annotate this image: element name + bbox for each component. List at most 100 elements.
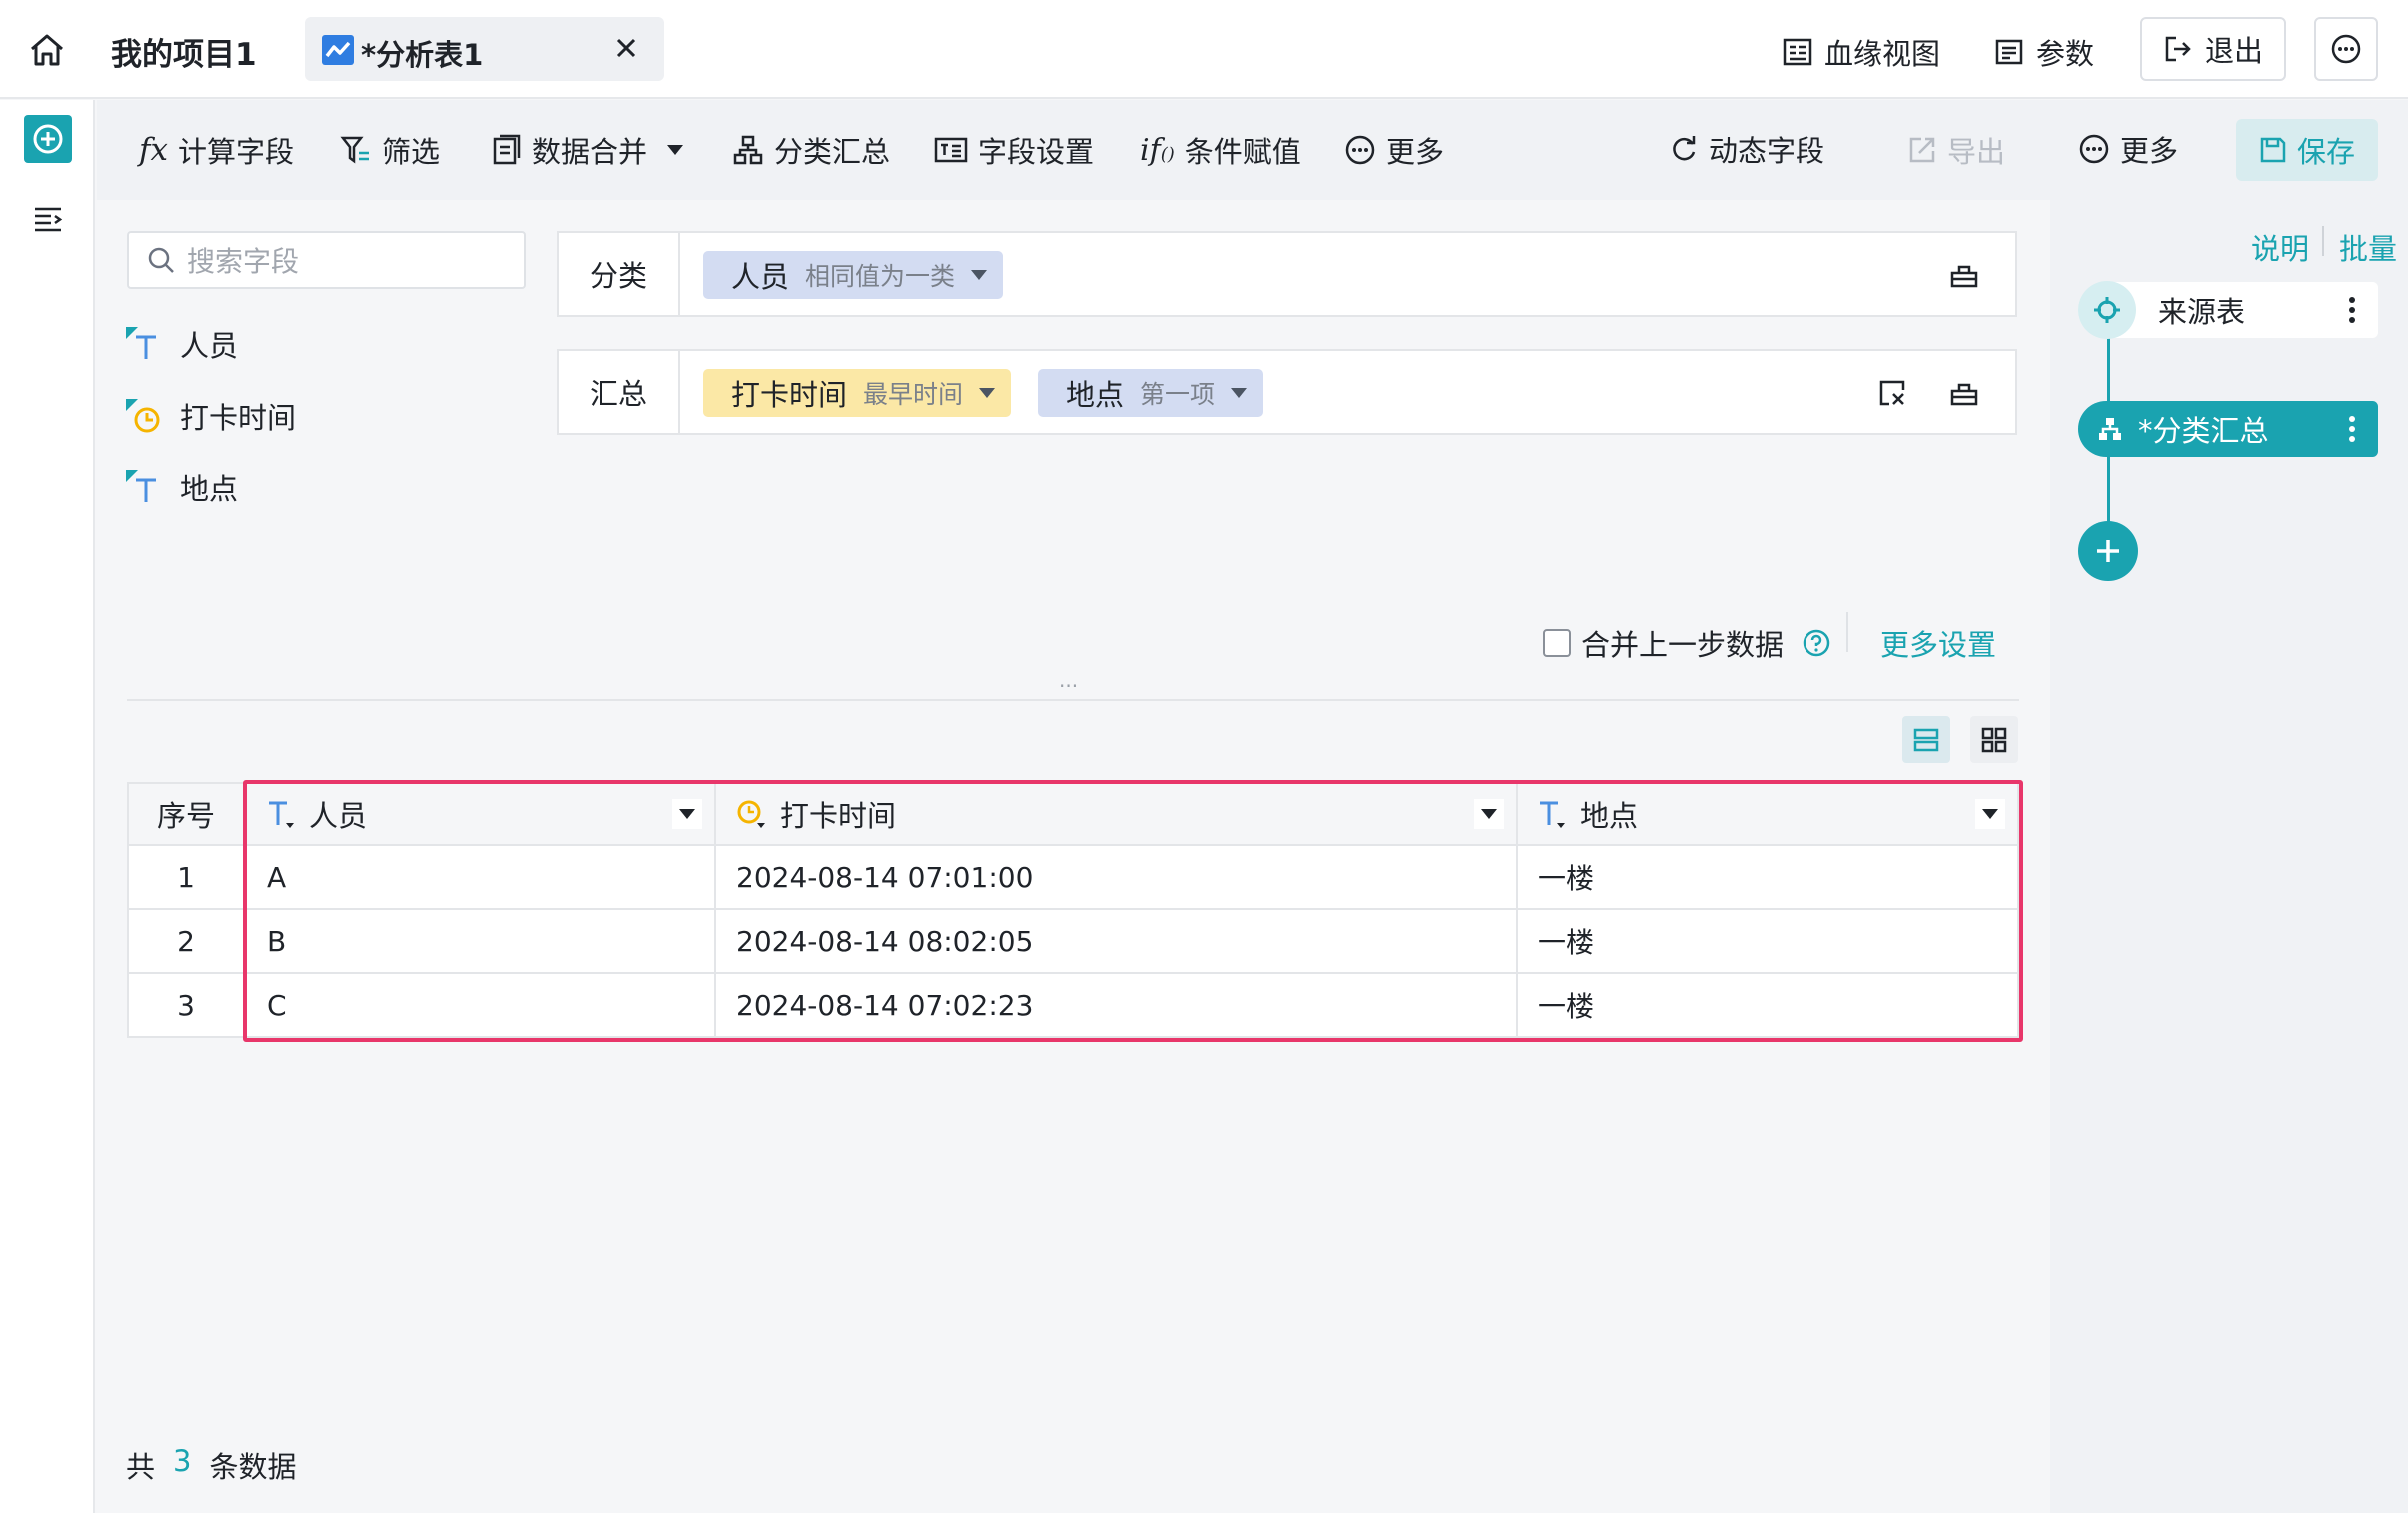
table-cell[interactable]: 2024-08-14 08:02:05: [716, 910, 1518, 974]
drop-box-icon[interactable]: [1949, 378, 1979, 408]
top-bar: 我的项目1 *分析表1 血缘视图 参数 退出: [0, 0, 2408, 99]
if-icon: if(): [1140, 132, 1175, 168]
chip-sub: 第一项: [1140, 380, 1216, 409]
fx-icon: fx: [139, 132, 168, 168]
field-item-checkin-time[interactable]: 打卡时间: [124, 395, 296, 437]
step-node-source[interactable]: 来源表: [2078, 281, 2378, 339]
data-table: 序号 人员 打卡时间 地点 1 A 2024-08-14 07:01:00 一楼…: [127, 782, 2019, 1038]
calc-field-label: 计算字段: [177, 135, 294, 169]
summary-chip-checkin-time[interactable]: 打卡时间 最早时间: [703, 369, 1012, 417]
merge-prev-checkbox[interactable]: [1543, 629, 1571, 657]
column-header-checkin-time[interactable]: 打卡时间: [716, 782, 1518, 846]
table-cell[interactable]: C: [245, 974, 716, 1038]
cond-assign-button[interactable]: if() 条件赋值: [1140, 130, 1301, 170]
kebab-menu-icon[interactable]: [2348, 415, 2356, 443]
field-item-person[interactable]: 人员: [124, 323, 238, 365]
field-settings-icon: [934, 135, 968, 165]
dynamic-field-button[interactable]: 动态字段: [1669, 129, 1824, 169]
row-count-prefix: 共: [126, 1450, 156, 1484]
chevron-down-icon: [679, 809, 695, 819]
datetime-field-icon: [124, 397, 162, 435]
add-icon[interactable]: [24, 115, 72, 163]
batch-link[interactable]: 批量: [2339, 226, 2397, 268]
kebab-menu-icon[interactable]: [2348, 296, 2356, 324]
more-settings-link[interactable]: 更多设置: [1880, 622, 1996, 664]
grid-view-toggle[interactable]: [1970, 716, 2018, 763]
lineage-view-button[interactable]: 血缘视图: [1783, 31, 1940, 73]
group-summary-button[interactable]: 分类汇总: [732, 130, 890, 170]
filter-label: 筛选: [382, 135, 441, 169]
close-icon[interactable]: [613, 35, 639, 61]
text-type-icon: [1538, 797, 1568, 831]
step-node-label: 来源表: [2158, 295, 2246, 329]
table-cell[interactable]: B: [245, 910, 716, 974]
more-actions-button[interactable]: 更多: [2078, 129, 2178, 169]
table-cell[interactable]: 一楼: [1518, 846, 2019, 910]
analysis-chart-icon: [322, 35, 354, 65]
exit-button[interactable]: 退出: [2140, 17, 2286, 81]
calc-field-button[interactable]: fx 计算字段: [139, 130, 294, 170]
chevron-down-icon: [1481, 809, 1497, 819]
drop-box-icon[interactable]: [1949, 260, 1979, 290]
panel-splitter[interactable]: [127, 699, 2019, 701]
lineage-icon: [1783, 37, 1812, 67]
more-options-button[interactable]: [2314, 17, 2378, 81]
project-title[interactable]: 我的项目1: [111, 29, 257, 74]
export-label: 导出: [1947, 135, 2006, 169]
chevron-down-icon: [667, 145, 684, 155]
table-cell[interactable]: 一楼: [1518, 974, 2019, 1038]
summary-config-row: 汇总 打卡时间 最早时间 地点 第一项: [557, 349, 2017, 435]
step-node-label: *分类汇总: [2138, 414, 2269, 448]
group-summary-label: 分类汇总: [774, 135, 891, 169]
row-count-suffix: 条数据: [209, 1450, 297, 1484]
exit-label: 退出: [2204, 34, 2263, 68]
home-icon[interactable]: [28, 32, 66, 68]
dynamic-field-label: 动态字段: [1709, 134, 1825, 168]
option-divider: [1846, 612, 1848, 652]
splitter-handle[interactable]: ...: [1059, 668, 1078, 692]
row-index: 1: [127, 846, 245, 910]
field-item-location[interactable]: 地点: [124, 466, 238, 508]
column-header-person[interactable]: 人员: [245, 782, 716, 846]
cond-assign-label: 条件赋值: [1184, 135, 1301, 169]
more-circle-icon: [2330, 33, 2362, 65]
chevron-down-icon: [979, 388, 996, 398]
filter-button[interactable]: 筛选: [340, 130, 440, 170]
text-field-icon: [124, 468, 162, 506]
save-button[interactable]: 保存: [2236, 119, 2378, 181]
column-label: 打卡时间: [780, 799, 897, 833]
table-cell[interactable]: A: [245, 846, 716, 910]
add-step-button[interactable]: [2078, 521, 2138, 581]
table-cell[interactable]: 2024-08-14 07:01:00: [716, 846, 1518, 910]
data-merge-button[interactable]: 数据合并: [492, 130, 684, 170]
clear-icon[interactable]: [1877, 378, 1907, 408]
outline-list-icon[interactable]: [33, 206, 63, 232]
text-field-icon: [124, 325, 162, 363]
column-menu-button[interactable]: [672, 799, 702, 829]
summary-chip-location[interactable]: 地点 第一项: [1038, 369, 1264, 417]
group-chip-person[interactable]: 人员 相同值为一类: [703, 251, 1004, 299]
help-icon[interactable]: [1802, 628, 1831, 658]
table-cell[interactable]: 2024-08-14 07:02:23: [716, 974, 1518, 1038]
tab-analysis-table[interactable]: *分析表1: [305, 17, 664, 81]
export-button[interactable]: 导出: [1907, 130, 2005, 170]
column-menu-button[interactable]: [1975, 799, 2005, 829]
more-tools-button[interactable]: 更多: [1344, 130, 1444, 170]
table-cell[interactable]: 一楼: [1518, 910, 2019, 974]
chevron-down-icon: [1231, 388, 1248, 398]
target-icon: [2078, 281, 2136, 339]
field-settings-button[interactable]: 字段设置: [934, 130, 1094, 170]
merge-icon: [492, 134, 522, 166]
params-button[interactable]: 参数: [1994, 31, 2094, 73]
step-node-group-summary[interactable]: *分类汇总: [2078, 401, 2378, 457]
row-count: 共 3 条数据: [126, 1444, 296, 1486]
explain-link[interactable]: 说明: [2251, 226, 2309, 268]
column-header-location[interactable]: 地点: [1518, 782, 2019, 846]
field-search-input[interactable]: 搜索字段: [127, 231, 526, 289]
column-menu-button[interactable]: [1474, 799, 1504, 829]
field-settings-label: 字段设置: [978, 135, 1095, 169]
exit-icon: [2163, 34, 2193, 64]
list-view-toggle[interactable]: [1902, 716, 1950, 763]
more-circle-icon: [2078, 133, 2110, 165]
merge-prev-option[interactable]: 合并上一步数据: [1543, 622, 1831, 664]
